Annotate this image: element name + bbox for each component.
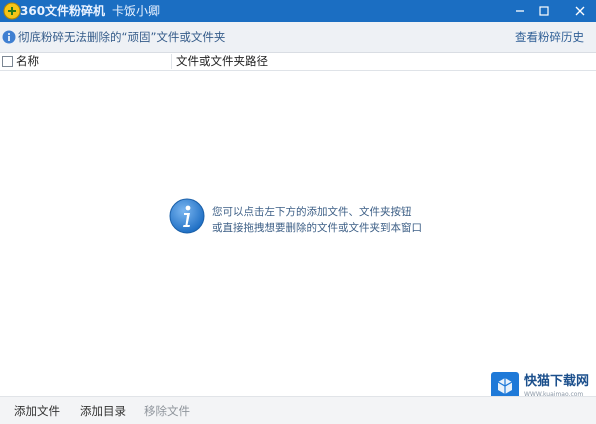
info-bar: 彻底粉碎无法删除的“顽固”文件或文件夹 查看粉碎历史 (0, 22, 596, 53)
title-bar: 360文件粉碎机 卡饭小卿 (0, 0, 596, 22)
info-icon (2, 30, 16, 44)
close-button[interactable] (566, 0, 594, 22)
app-logo-icon (3, 2, 21, 20)
column-header-path[interactable]: 文件或文件夹路径 (176, 54, 268, 68)
select-all-checkbox[interactable] (2, 56, 13, 67)
info-message: 彻底粉碎无法删除的“顽固”文件或文件夹 (18, 30, 226, 44)
remove-file-button[interactable]: 移除文件 (144, 404, 190, 418)
minimize-icon (516, 10, 524, 12)
footer-toolbar: 添加文件 添加目录 移除文件 (0, 396, 596, 424)
app-subtitle: 卡饭小卿 (112, 4, 161, 18)
maximize-icon (539, 6, 549, 16)
add-directory-button[interactable]: 添加目录 (80, 404, 126, 418)
empty-hint-line-2: 或直接拖拽想要删除的文件或文件夹到本窗口 (212, 222, 422, 234)
view-history-link[interactable]: 查看粉碎历史 (515, 29, 584, 45)
file-table-header: 名称 文件或文件夹路径 (0, 53, 596, 71)
empty-hint-line-1: 您可以点击左下方的添加文件、文件夹按钮 (212, 206, 412, 218)
add-file-button[interactable]: 添加文件 (14, 404, 60, 418)
column-divider[interactable] (171, 54, 172, 69)
info-icon (169, 198, 205, 234)
watermark-name: 快猫下载网 (524, 374, 590, 389)
app-title: 360文件粉碎机 (20, 4, 106, 18)
maximize-button[interactable] (530, 0, 558, 22)
close-icon (575, 6, 585, 16)
column-header-name[interactable]: 名称 (16, 54, 39, 68)
